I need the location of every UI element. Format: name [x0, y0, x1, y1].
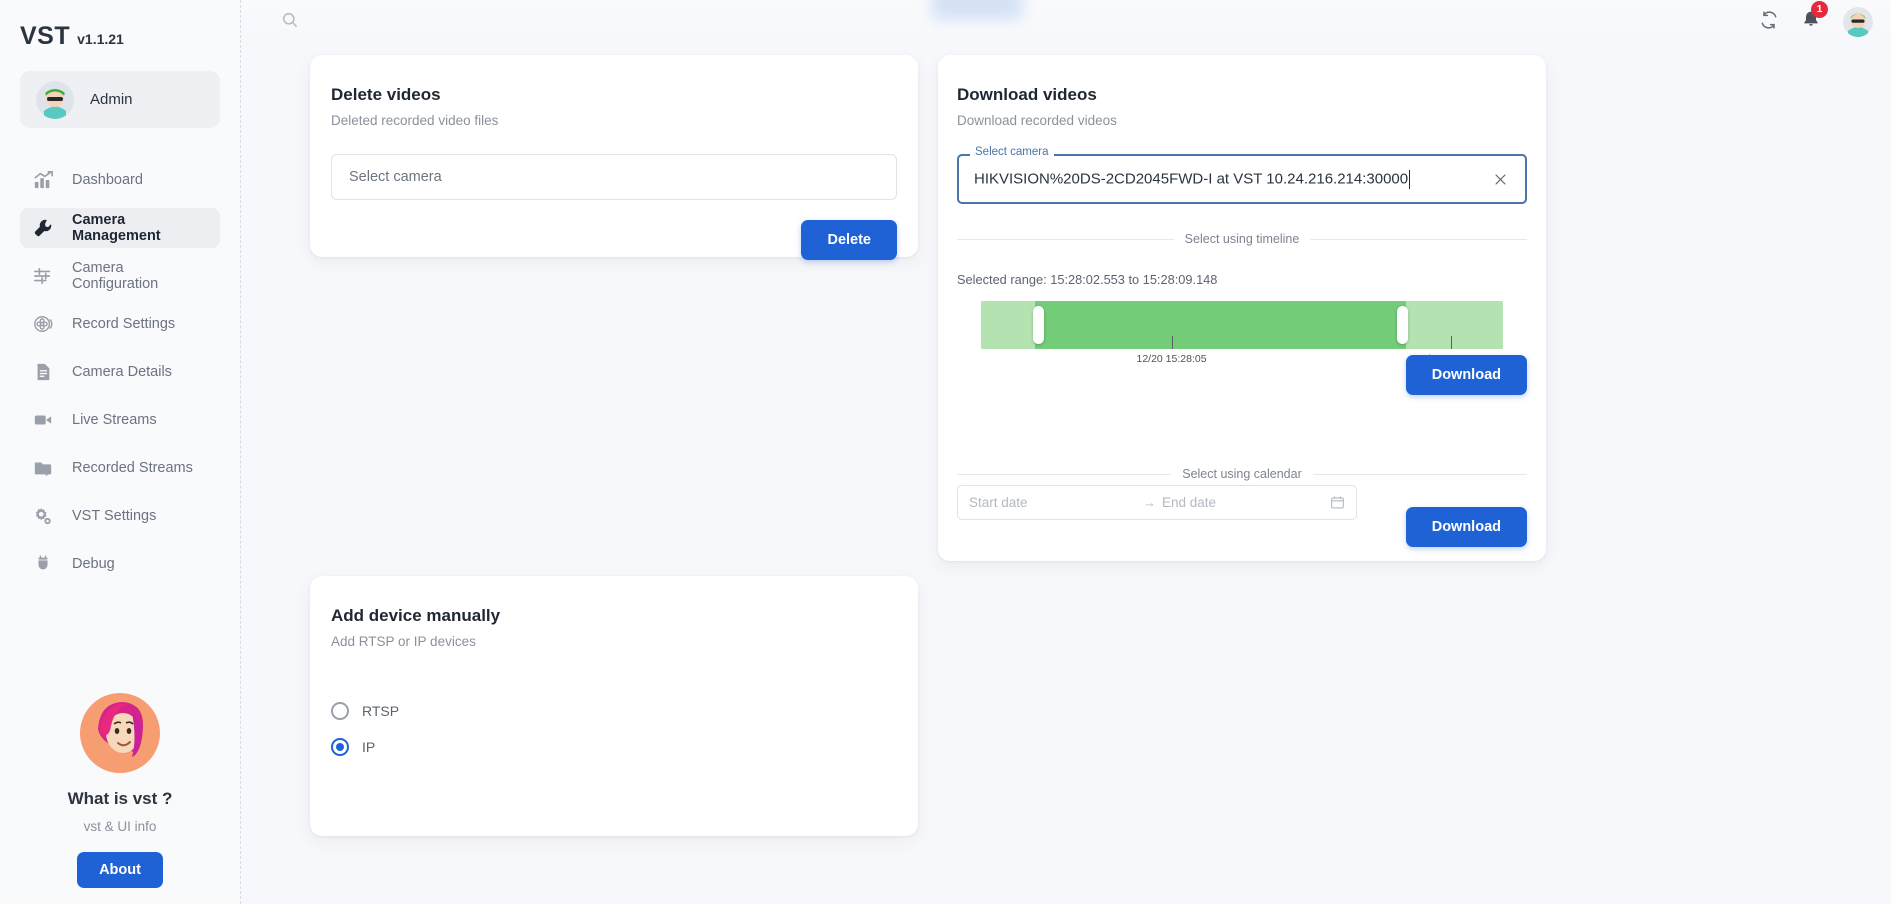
sidebar-item-camera-management[interactable]: Camera Management: [20, 208, 220, 248]
sidebar-item-label: Debug: [72, 556, 115, 572]
delete-videos-card: Delete videos Deleted recorded video fil…: [310, 55, 918, 257]
brand-name: VST: [20, 22, 70, 51]
timeline-divider-label: Select using timeline: [1174, 232, 1311, 246]
bug-icon: [32, 553, 54, 575]
radio-option-ip[interactable]: IP: [331, 729, 897, 765]
sidebar-item-camera-details[interactable]: Camera Details: [20, 352, 220, 392]
promo-subtitle: vst & UI info: [0, 819, 240, 834]
brand-logo: VST v1.1.21: [20, 0, 220, 51]
download-camera-value: HIKVISION%20DS-2CD2045FWD-I at VST 10.24…: [974, 170, 1487, 189]
video-camera-icon: [32, 409, 54, 431]
radio-label: IP: [362, 739, 375, 755]
timeline-download-button[interactable]: Download: [1406, 355, 1527, 395]
scrolled-action-button[interactable]: [931, 0, 1023, 20]
end-date-input[interactable]: End date: [1162, 495, 1330, 510]
sidebar-item-label: Camera Management: [72, 212, 208, 244]
sidebar-item-recorded-streams[interactable]: Recorded Streams: [20, 448, 220, 488]
card-subtitle: Deleted recorded video files: [331, 113, 897, 128]
dashboard-chart-icon: [32, 169, 54, 191]
top-header: 1: [241, 0, 1891, 44]
search-icon[interactable]: [281, 11, 299, 34]
sidebar-item-label: Dashboard: [72, 172, 143, 188]
sidebar-item-vst-settings[interactable]: VST Settings: [20, 496, 220, 536]
user-card[interactable]: Admin: [20, 71, 220, 128]
sidebar: VST v1.1.21 Admin: [0, 0, 241, 904]
sidebar-item-label: Camera Configuration: [72, 260, 208, 292]
sidebar-item-record-settings[interactable]: Record Settings: [20, 304, 220, 344]
main-content: 1 Delete videos Deleted recorded video f…: [241, 0, 1891, 904]
calendar-divider-label: Select using calendar: [1171, 467, 1313, 481]
sidebar-item-label: Camera Details: [72, 364, 172, 380]
download-camera-legend: Select camera: [970, 147, 1054, 159]
add-device-card: Add device manually Add RTSP or IP devic…: [310, 576, 918, 836]
timeline-tick: [1451, 336, 1452, 349]
device-type-radio-group: RTSP IP: [331, 693, 897, 765]
sidebar-item-live-streams[interactable]: Live Streams: [20, 400, 220, 440]
card-title: Add device manually: [331, 606, 897, 626]
avatar-user-icon[interactable]: [1843, 7, 1873, 37]
download-videos-card: Download videos Download recorded videos…: [938, 55, 1546, 561]
avatar-admin-icon: [36, 81, 74, 119]
document-icon: [32, 361, 54, 383]
card-subtitle: Download recorded videos: [957, 113, 1527, 128]
radio-circle-selected-icon[interactable]: [331, 738, 349, 756]
download-camera-select[interactable]: Select camera HIKVISION%20DS-2CD2045FWD-…: [957, 154, 1527, 204]
bell-icon[interactable]: 1: [1801, 10, 1821, 35]
timeline-handle-end[interactable]: [1397, 306, 1408, 344]
notification-badge: 1: [1811, 1, 1828, 18]
text-cursor: [1409, 170, 1410, 189]
sidebar-item-label: VST Settings: [72, 508, 156, 524]
sliders-icon: [32, 265, 54, 287]
refresh-icon[interactable]: [1759, 10, 1779, 35]
user-name: Admin: [90, 91, 133, 108]
delete-button[interactable]: Delete: [801, 220, 897, 260]
radio-label: RTSP: [362, 703, 399, 719]
timeline-divider: Select using timeline: [957, 232, 1527, 246]
calendar-download-button[interactable]: Download: [1406, 507, 1527, 547]
sidebar-item-camera-configuration[interactable]: Camera Configuration: [20, 256, 220, 296]
timeline-handle-start[interactable]: [1033, 306, 1044, 344]
date-range-picker[interactable]: Start date → End date: [957, 485, 1357, 520]
promo-panel: What is vst ? vst & UI info About: [0, 689, 240, 888]
date-range-separator: →: [1143, 495, 1156, 510]
delete-camera-select[interactable]: Select camera: [331, 154, 897, 200]
gears-icon: [32, 505, 54, 527]
radio-circle-icon[interactable]: [331, 702, 349, 720]
sidebar-item-label: Record Settings: [72, 316, 175, 332]
sidebar-item-debug[interactable]: Debug: [20, 544, 220, 584]
timeline-track[interactable]: [981, 301, 1503, 349]
timeline-tick: [1172, 336, 1173, 349]
folder-play-icon: [32, 457, 54, 479]
card-subtitle: Add RTSP or IP devices: [331, 634, 897, 649]
timeline-tick-label: 12/20 15:28:05: [1136, 353, 1206, 365]
brand-version: v1.1.21: [77, 31, 124, 47]
app-root: VST v1.1.21 Admin: [0, 0, 1891, 904]
card-title: Download videos: [957, 85, 1527, 105]
close-icon[interactable]: [1487, 166, 1513, 192]
sidebar-item-dashboard[interactable]: Dashboard: [20, 160, 220, 200]
wrench-icon: [32, 217, 54, 239]
selected-range-text: Selected range: 15:28:02.553 to 15:28:09…: [957, 272, 1527, 287]
radio-option-rtsp[interactable]: RTSP: [331, 693, 897, 729]
about-button[interactable]: About: [77, 852, 163, 888]
woman-avatar-illustration: [76, 689, 164, 777]
delete-camera-placeholder: Select camera: [349, 169, 442, 185]
film-reel-icon: [32, 313, 54, 335]
sidebar-item-label: Recorded Streams: [72, 460, 193, 476]
calendar-divider: Select using calendar: [957, 467, 1527, 481]
sidebar-nav: Dashboard Camera Management Camera: [20, 160, 220, 584]
timeline-selection: [1035, 301, 1407, 349]
start-date-input[interactable]: Start date: [969, 495, 1137, 510]
header-actions: 1: [1759, 0, 1873, 44]
card-title: Delete videos: [331, 85, 897, 105]
sidebar-item-label: Live Streams: [72, 412, 157, 428]
promo-title: What is vst ?: [0, 789, 240, 809]
calendar-icon[interactable]: [1330, 495, 1345, 510]
